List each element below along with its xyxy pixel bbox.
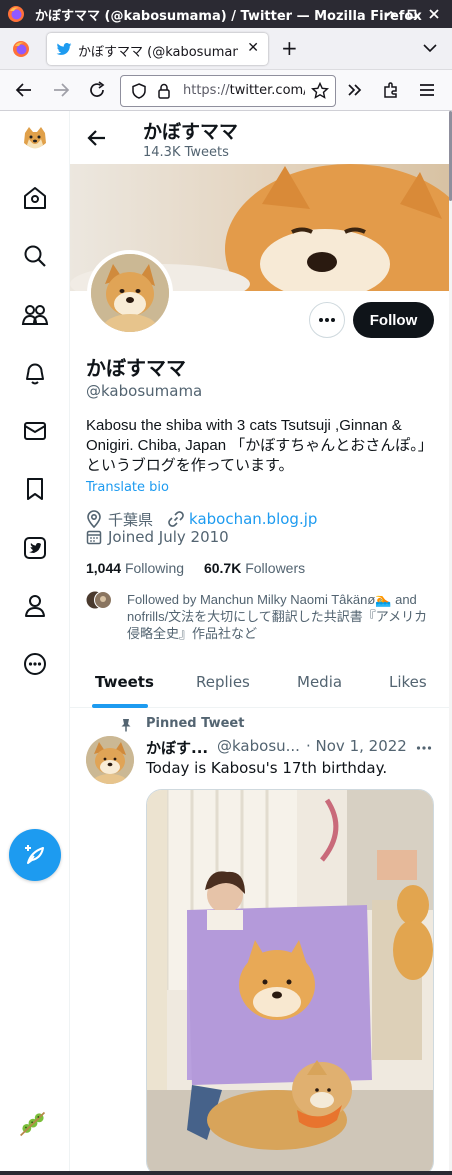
tweet-text: Today is Kabosu's 17th birthday. [146, 759, 388, 777]
doge-icon[interactable] [20, 124, 50, 154]
profile-header: かぼすママ 14.3K Tweets [70, 111, 449, 164]
bookmark-icon[interactable] [20, 474, 50, 504]
mail-icon[interactable] [20, 416, 50, 446]
window-bottom-border [0, 1171, 452, 1175]
more-circle-icon[interactable] [20, 649, 50, 679]
url-text[interactable]: https://twitter.com/kabosumama [183, 83, 305, 98]
new-tab-icon[interactable]: + [281, 36, 298, 60]
firefox-view-icon[interactable] [12, 40, 30, 58]
home-icon[interactable] [20, 183, 50, 213]
tweet-date[interactable]: · Nov 1, 2022 [306, 737, 407, 755]
tab-title: かぼすママ (@kabosumama) / Twitter [78, 45, 238, 60]
back-arrow-icon[interactable] [86, 127, 108, 149]
twitter-blue-icon[interactable] [20, 533, 50, 563]
bell-icon[interactable] [20, 358, 50, 388]
twitter-favicon-icon [56, 43, 72, 55]
search-icon[interactable] [20, 241, 50, 271]
follower-avatars [86, 591, 112, 609]
profile-avatar[interactable] [87, 250, 173, 336]
pin-icon [121, 719, 131, 732]
tweet-photo[interactable] [146, 789, 434, 1171]
firefox-logo-icon [8, 6, 24, 22]
header-name: かぼすママ [143, 121, 239, 143]
url-bar[interactable]: https://twitter.com/kabosumama [120, 75, 336, 107]
lock-icon[interactable] [156, 82, 172, 100]
ellipsis-icon [319, 318, 335, 322]
profile-handle: @kabosumama [86, 382, 203, 400]
window-titlebar: かぼすママ (@kabosumama) / Twitter — Mozilla … [0, 0, 452, 28]
translate-bio-link[interactable]: Translate bio [86, 480, 169, 495]
tweet-more-icon[interactable] [416, 741, 432, 755]
hamburger-menu-icon[interactable] [417, 80, 437, 100]
overflow-chevrons-icon[interactable] [345, 80, 365, 100]
pinned-tweet[interactable]: Pinned Tweet かぼす... @kabosu... · Nov 1, … [70, 709, 449, 1171]
tab-close-icon[interactable]: ✕ [247, 40, 259, 56]
close-icon[interactable] [426, 6, 442, 22]
tweet-author-name[interactable]: かぼす... [146, 737, 208, 758]
tab-media[interactable]: Media [297, 673, 342, 691]
browser-tabbar: かぼすママ (@kabosumama) / Twitter ✕ + [0, 28, 452, 70]
profile-joined-date: Joined July 2010 [108, 528, 229, 546]
header-tweet-count: 14.3K Tweets [143, 145, 229, 160]
tab-replies[interactable]: Replies [196, 673, 250, 691]
extensions-icon[interactable] [381, 80, 401, 100]
minimize-icon[interactable] [383, 6, 399, 22]
browser-navbar: https://twitter.com/kabosumama [0, 70, 452, 111]
profile-main-column: かぼすママ 14.3K Tweets Follow かぼすママ @kabosum… [70, 111, 449, 1171]
profile-name: かぼすママ [86, 356, 186, 380]
profile-stats: 1,044 Following 60.7K Followers [86, 560, 305, 576]
twitter-sidebar [0, 111, 70, 1171]
profile-website-link[interactable]: kabochan.blog.jp [189, 510, 317, 528]
account-avatar-icon[interactable] [18, 1109, 48, 1139]
follow-button[interactable]: Follow [353, 302, 434, 338]
tab-tweets[interactable]: Tweets [95, 673, 154, 691]
compose-feather-icon [25, 845, 44, 864]
profile-bio: Kabosu the shiba with 3 cats Tsutsuji ,G… [86, 417, 433, 474]
tab-likes[interactable]: Likes [389, 673, 427, 691]
maximize-icon[interactable] [404, 6, 420, 22]
followers-link[interactable]: 60.7K Followers [204, 560, 305, 576]
shield-icon[interactable] [130, 82, 148, 100]
more-options-button[interactable] [309, 302, 345, 338]
tweet-author-avatar[interactable] [86, 736, 134, 784]
star-bookmark-icon[interactable] [311, 82, 329, 100]
profile-meta-joined: Joined July 2010 [86, 527, 229, 547]
location-pin-icon [87, 510, 101, 528]
back-arrow-icon[interactable] [14, 80, 34, 100]
person-icon[interactable] [20, 591, 50, 621]
reload-icon[interactable] [87, 80, 107, 100]
compose-tweet-button[interactable] [9, 829, 61, 881]
link-icon [168, 511, 184, 527]
tweet-header: かぼす... @kabosu... · Nov 1, 2022 [146, 737, 436, 757]
browser-tab-active[interactable]: かぼすママ (@kabosumama) / Twitter ✕ [47, 33, 268, 65]
window-title: かぼすママ (@kabosumama) / Twitter — Mozilla … [35, 9, 422, 24]
forward-arrow-icon[interactable] [51, 80, 71, 100]
calendar-icon [86, 530, 102, 545]
following-label: Following [124, 560, 185, 576]
profile-tabs: Tweets Replies Media Likes [70, 659, 449, 708]
followed-by-text: Followed by Manchun Milky Naomi Tâkänø🏊 … [127, 592, 428, 641]
followers-label: Followers [245, 560, 306, 576]
following-count: 1,044 [86, 560, 122, 576]
chevron-down-icon[interactable] [422, 40, 438, 56]
active-tab-indicator [92, 704, 148, 708]
profile-meta-location-website: 千葉県 kabochan.blog.jp [86, 509, 317, 529]
following-link[interactable]: 1,044 Following [86, 560, 184, 576]
tweet-author-handle[interactable]: @kabosu... [217, 737, 300, 755]
people-icon[interactable] [20, 300, 50, 330]
followers-count: 60.7K [203, 560, 242, 576]
